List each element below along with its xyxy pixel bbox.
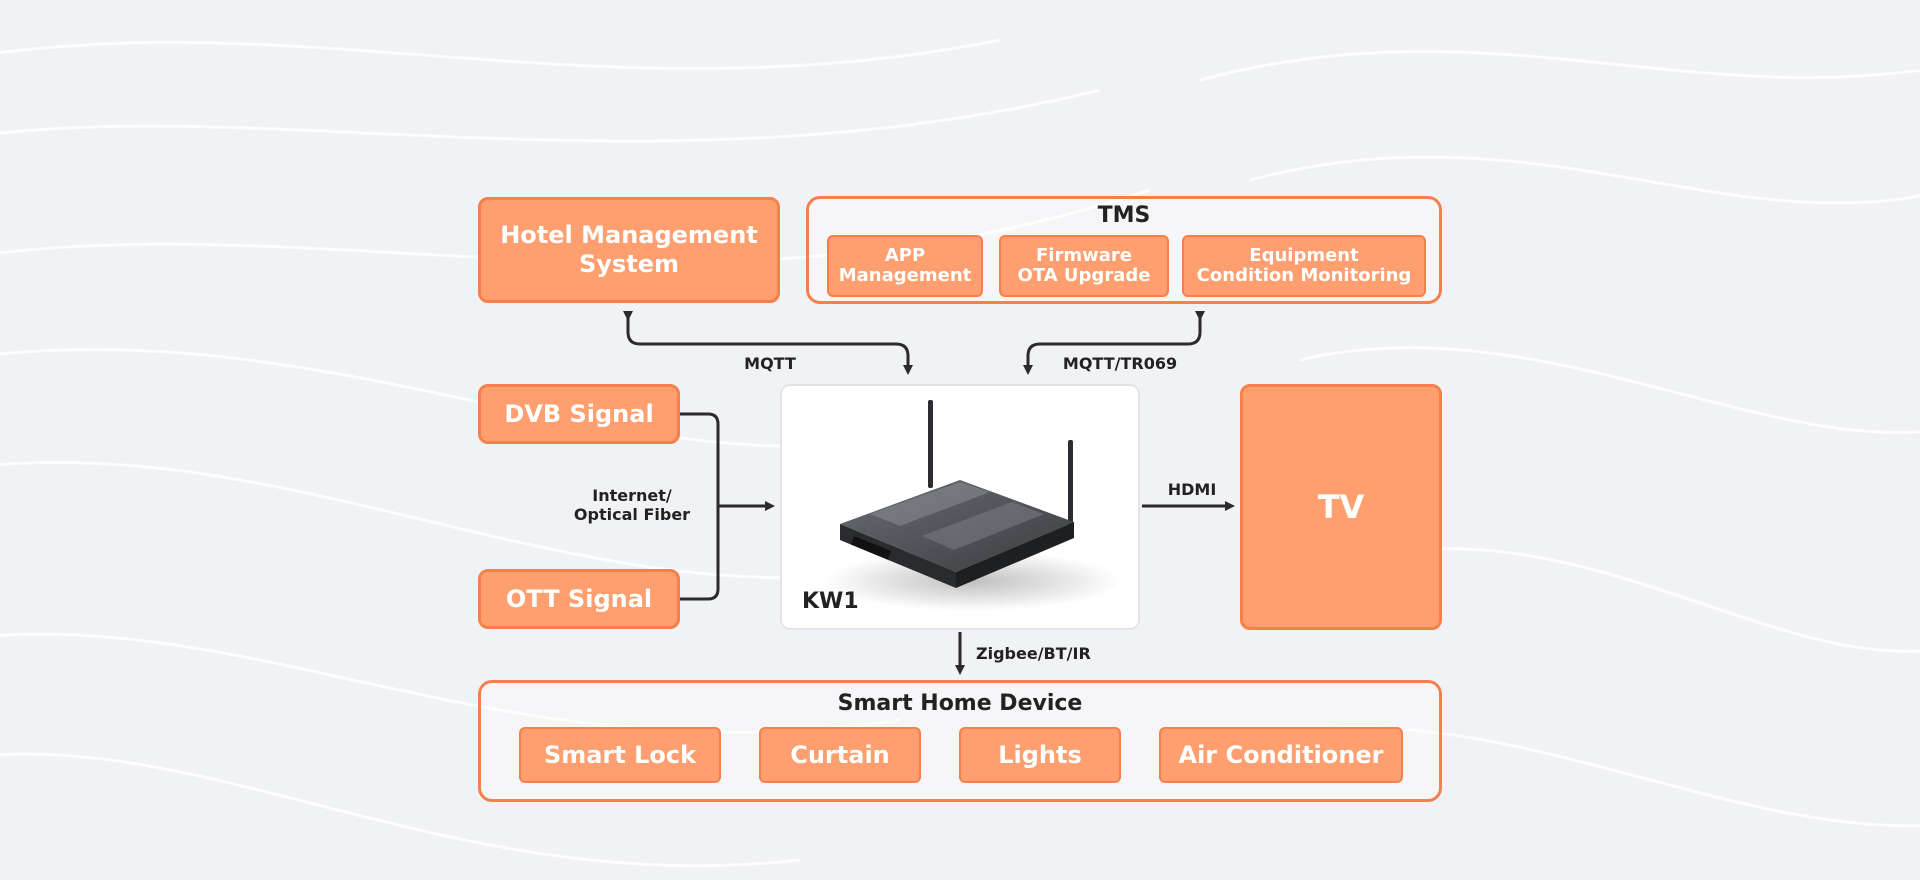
label-mqtt: MQTT <box>744 354 796 373</box>
label-internet-optical-fiber: Internet/ Optical Fiber <box>573 486 691 525</box>
smart-home-item-smart-lock: Smart Lock <box>519 727 721 783</box>
tms-item-app-management: APP Management <box>827 235 983 297</box>
smart-home-item-air-conditioner: Air Conditioner <box>1159 727 1403 783</box>
label-hdmi: HDMI <box>1167 480 1217 499</box>
tms-title: TMS <box>1097 203 1151 228</box>
label-mqtt-tr069: MQTT/TR069 <box>1062 354 1178 373</box>
label-zigbee-bt-ir: Zigbee/BT/IR <box>976 644 1091 663</box>
smart-home-title: Smart Home Device <box>837 691 1083 716</box>
smart-home-item-curtain: Curtain <box>759 727 921 783</box>
tms-item-firmware-ota: Firmware OTA Upgrade <box>999 235 1169 297</box>
tms-item-equipment-monitoring: Equipment Condition Monitoring <box>1182 235 1426 297</box>
kw1-label: KW1 <box>802 589 859 614</box>
smart-home-item-lights: Lights <box>959 727 1121 783</box>
ott-signal-box: OTT Signal <box>478 569 680 629</box>
tms-group: TMS APP Management Firmware OTA Upgrade … <box>806 196 1442 304</box>
tv-box: TV <box>1240 384 1442 630</box>
dvb-signal-box: DVB Signal <box>478 384 680 444</box>
kw1-device-panel: KW1 <box>780 384 1140 630</box>
smart-home-group: Smart Home Device Smart Lock Curtain Lig… <box>478 680 1442 802</box>
architecture-diagram: Hotel Management System TMS APP Manageme… <box>0 0 1920 880</box>
hotel-management-system-box: Hotel Management System <box>478 197 780 303</box>
